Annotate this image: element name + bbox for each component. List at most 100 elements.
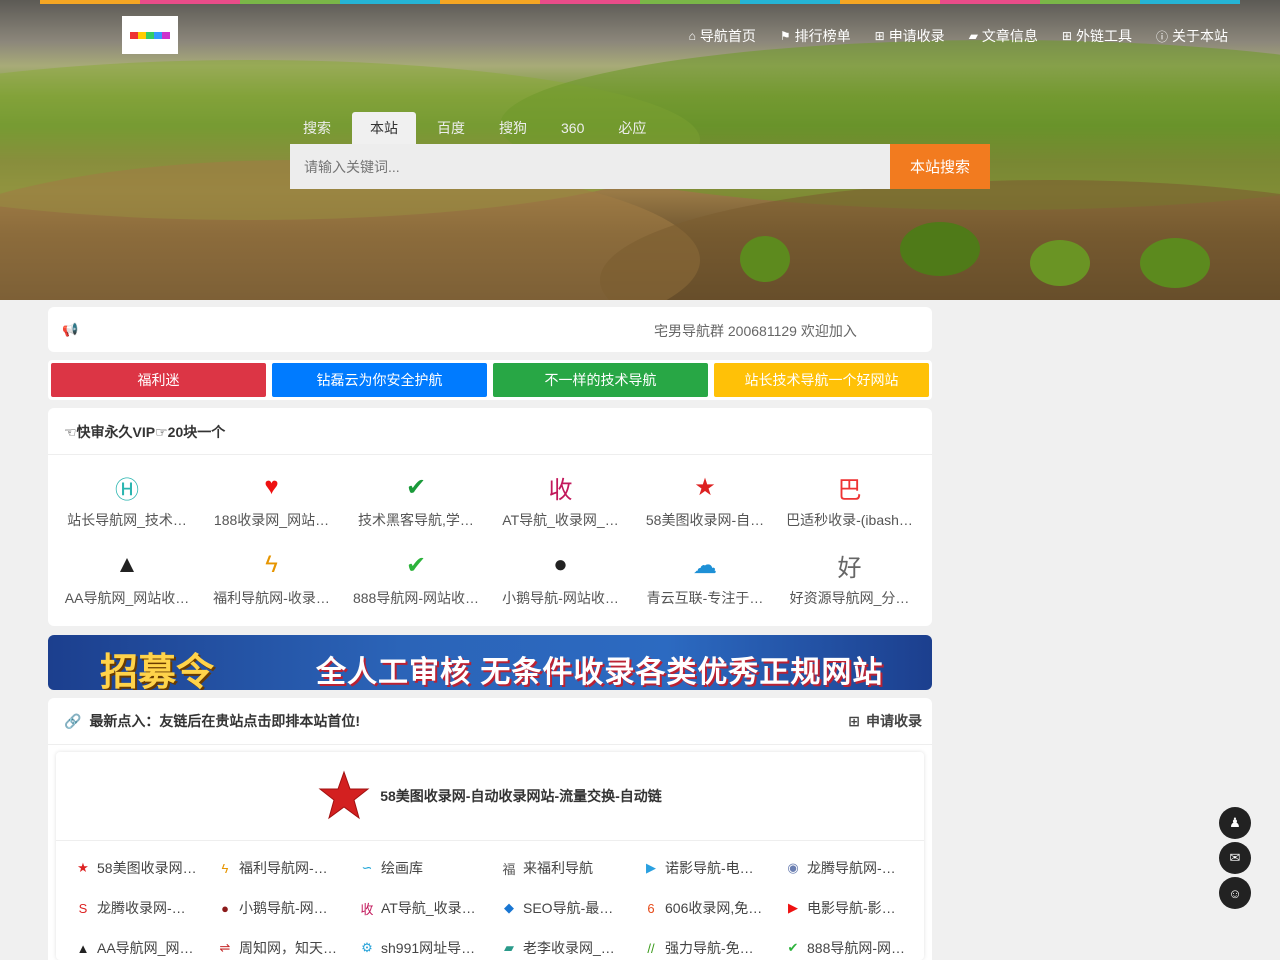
latest-site-item[interactable]: ★ 58美图收录网… [74, 858, 202, 878]
aa-logo-icon: ▲ [115, 551, 139, 578]
search-tab-2[interactable]: 百度 [424, 112, 478, 144]
nav-item-5[interactable]: ⓘ 关于本站 [1156, 26, 1228, 46]
search-tab-1[interactable]: 本站 [352, 112, 416, 144]
qq-icon[interactable]: ♟ [1219, 807, 1251, 839]
site-logo[interactable] [122, 16, 178, 54]
wechat-icon[interactable]: ☺ [1219, 877, 1251, 909]
vip-site-label: 站长导航网_技术… [67, 512, 187, 528]
banner-right-text: 全人工审核 无条件收录各类优秀正规网站 [316, 656, 884, 689]
vip-site-label: 小鹅导航-网站收… [502, 590, 619, 606]
latest-site-item[interactable]: 6 606收录网,免… [642, 898, 770, 918]
search-engine-tabs: 搜索 本站 百度 搜狗 360 必应 [290, 112, 667, 144]
heart-icon: ♥ [264, 473, 279, 500]
nav-item-2[interactable]: ⊞ 申请收录 [875, 26, 945, 46]
penguin-icon: ● [553, 551, 568, 578]
search-tab-3[interactable]: 搜狗 [486, 112, 540, 144]
vip-site-item[interactable]: 好好资源导航网_分… [785, 548, 915, 608]
apply-inclusion-link[interactable]: ⊞ 申请收录 [848, 711, 922, 731]
latest-site-label: AA导航网_网… [97, 940, 194, 956]
plus-square-icon: ⊞ [874, 29, 885, 43]
latest-site-item[interactable]: ✔ 888导航网-网… [784, 938, 912, 958]
recruit-banner[interactable]: 招募令 全人工审核 无条件收录各类优秀正规网站 [48, 635, 932, 690]
vip-site-item[interactable]: ϟ 福利导航网-收录… [207, 548, 337, 608]
search-button[interactable]: 本站搜索 [890, 144, 990, 189]
latest-section-header: 🔗 最新点入：友链后在贵站点击即排本站首位! [64, 711, 360, 731]
latest-site-item[interactable]: ∽ 绘画库 [358, 858, 486, 878]
book-icon: ▰ [504, 940, 514, 955]
vip-site-item[interactable]: 巴巴适秒收录-(ibash… [785, 470, 915, 530]
latest-site-item[interactable]: ▰ 老李收录网_… [500, 938, 628, 958]
vip-site-item[interactable]: ✔ 技术黑客导航,学… [351, 470, 481, 530]
color-link-button-1[interactable]: 钻磊云为你安全护航 [272, 363, 487, 397]
strip-segment [440, 0, 540, 4]
featured-site[interactable]: 58美图收录网-自动收录网站-流量交换-自动链 [56, 752, 924, 841]
apply-inclusion-label: 申请收录 [866, 713, 922, 729]
strip-segment [540, 0, 640, 4]
nav-item-label: 导航首页 [699, 28, 756, 44]
strip-segment [940, 0, 1040, 4]
search-tab-4[interactable]: 360 [548, 112, 597, 144]
vip-section: ☜快审永久VIP☞20块一个 Ⓗ 站长导航网_技术… ♥ 188收录网_网站… ✔ 技术黑… [48, 408, 932, 626]
h-circle-icon: Ⓗ [115, 476, 139, 504]
s-logo-icon: S [78, 900, 88, 916]
vip-site-item[interactable]: ☁ 青云互联-专注于… [640, 548, 770, 608]
nav-item-1[interactable]: ⚑ 排行榜单 [780, 26, 851, 46]
latest-site-item[interactable]: ⚙ sh991网址导… [358, 938, 486, 958]
latest-site-label: SEO导航-最… [523, 900, 614, 916]
strip-segment [740, 0, 840, 4]
latest-site-item[interactable]: ▶ 诺影导航-电… [642, 858, 770, 878]
notice-text: 宅男导航群 200681129 欢迎加入 [654, 323, 857, 339]
latest-site-item[interactable]: S 龙腾收录网-… [74, 898, 202, 918]
color-link-button-0[interactable]: 福利迷 [51, 363, 266, 397]
featured-site-label: 58美图收录网-自动收录网站-流量交换-自动链 [380, 788, 662, 804]
latest-site-item[interactable]: 收 AT导航_收录… [358, 898, 486, 918]
vip-site-item[interactable]: ★ 58美图收录网-自… [640, 470, 770, 530]
latest-site-item[interactable]: ▲ AA导航网_网… [74, 938, 202, 958]
latest-site-item[interactable]: ◉ 龙腾导航网-… [784, 858, 912, 878]
nav-item-4[interactable]: ⊞ 外链工具 [1062, 26, 1132, 46]
nav-item-0[interactable]: ⌂ 导航首页 [689, 26, 756, 46]
star-icon [318, 770, 370, 820]
latest-site-item[interactable]: 福来福利导航 [500, 858, 628, 878]
youtube-icon: ▶ [788, 900, 798, 915]
play-square-icon: ▶ [646, 860, 656, 875]
latest-site-label: 888导航网-网… [807, 940, 906, 956]
latest-list-panel: 58美图收录网-自动收录网站-流量交换-自动链 ★ 58美图收录网… ϟ 福利导航网-… [56, 752, 924, 960]
vip-site-item[interactable]: ▲ AA导航网_网站收… [62, 548, 192, 608]
tree-shape [900, 222, 980, 276]
latest-site-item[interactable]: ϟ 福利导航网-… [216, 858, 344, 878]
star-icon: ★ [77, 860, 89, 875]
latest-site-item[interactable]: ● 小鹅导航-网… [216, 898, 344, 918]
vip-site-item[interactable]: 收 AT导航_收录网_… [496, 470, 626, 530]
aa-logo-icon: ▲ [76, 940, 90, 956]
search-input[interactable] [290, 144, 890, 189]
color-link-button-2[interactable]: 不一样的技术导航 [493, 363, 708, 397]
divider [48, 744, 932, 745]
search-tab-5[interactable]: 必应 [605, 112, 659, 144]
latest-site-item[interactable]: // 强力导航-免… [642, 938, 770, 958]
strip-segment [840, 0, 940, 4]
latest-site-label: AT导航_收录… [381, 900, 476, 916]
strip-segment [40, 0, 140, 4]
latest-site-item[interactable]: ▶ 电影导航-影… [784, 898, 912, 918]
latest-site-label: 强力导航-免… [665, 940, 754, 956]
search-tab-0[interactable]: 搜索 [290, 112, 344, 144]
vip-site-item[interactable]: ✔ 888导航网-网站收… [351, 548, 481, 608]
tree-shape [740, 236, 790, 282]
mail-icon[interactable]: ✉ [1219, 842, 1251, 874]
latest-site-item[interactable]: ◆ SEO导航-最… [500, 898, 628, 918]
globe-icon: ◉ [787, 860, 799, 875]
rocket-icon: ◆ [504, 900, 514, 915]
vip-site-item[interactable]: ♥ 188收录网_网站… [207, 470, 337, 530]
featured-link-buttons: 福利迷 钻磊云为你安全护航 不一样的技术导航 站长技术导航一个好网站 [48, 360, 932, 400]
latest-site-item[interactable]: ⇌ 周知网，知天… [216, 938, 344, 958]
nav-item-label: 关于本站 [1172, 28, 1228, 44]
vip-site-item[interactable]: ● 小鹅导航-网站收… [496, 548, 626, 608]
color-link-button-3[interactable]: 站长技术导航一个好网站 [714, 363, 929, 397]
ql-logo-icon: // [647, 940, 655, 956]
nav-item-3[interactable]: ▰ 文章信息 [969, 26, 1038, 46]
six-circle-icon: 6 [647, 900, 655, 916]
vip-site-item[interactable]: Ⓗ 站长导航网_技术… [62, 470, 192, 530]
info-icon: ⓘ [1155, 29, 1168, 44]
cloud-icon: ☁ [693, 551, 717, 579]
